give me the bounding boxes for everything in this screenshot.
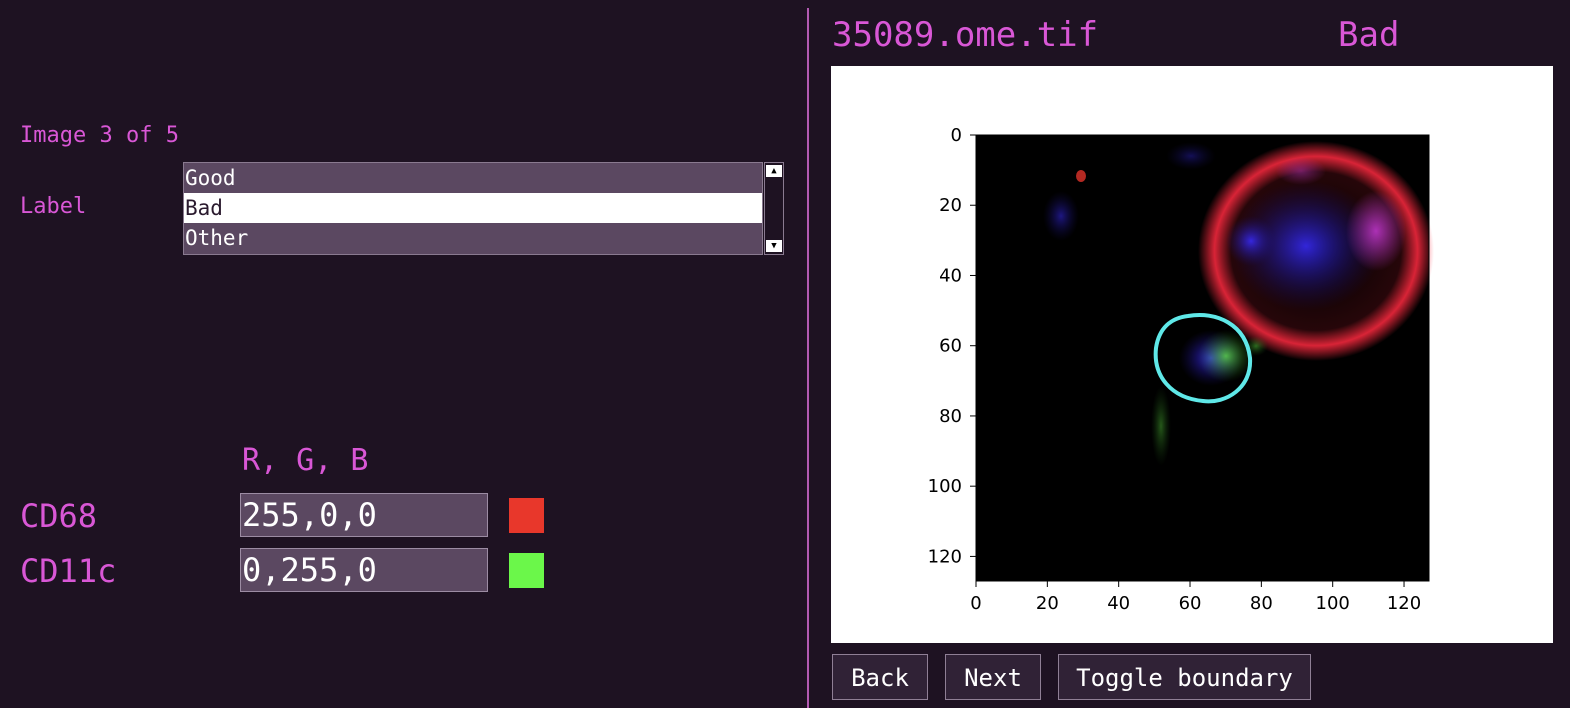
next-button[interactable]: Next bbox=[945, 654, 1041, 700]
x-tick-label: 40 bbox=[1107, 593, 1130, 614]
y-tick-label: 80 bbox=[939, 406, 962, 427]
image-counter: Image 3 of 5 bbox=[20, 123, 179, 148]
scroll-up-icon[interactable]: ▲ bbox=[766, 165, 782, 177]
label-option-other[interactable]: Other bbox=[184, 223, 762, 253]
cd11c-rgb-input[interactable]: 0,255,0 bbox=[240, 548, 488, 592]
y-tick-label: 120 bbox=[928, 546, 962, 567]
x-tick-label: 60 bbox=[1179, 593, 1202, 614]
x-tick-label: 100 bbox=[1316, 593, 1350, 614]
y-tick-label: 60 bbox=[939, 336, 962, 357]
panel-divider bbox=[807, 8, 809, 708]
current-label-status: Bad bbox=[1338, 15, 1400, 55]
label-option-good[interactable]: Good bbox=[184, 163, 762, 193]
label-caption: Label bbox=[20, 194, 87, 219]
x-tick-label: 0 bbox=[970, 593, 981, 614]
toggle-boundary-button[interactable]: Toggle boundary bbox=[1058, 654, 1311, 700]
marker-name-cd68: CD68 bbox=[20, 497, 98, 535]
label-listbox[interactable]: Good Bad Other bbox=[183, 162, 763, 255]
image-plot: 0 20 40 60 80 100 120 0 20 40 60 80 100 120 bbox=[928, 125, 1434, 614]
scroll-down-icon[interactable]: ▼ bbox=[766, 240, 782, 252]
y-tick-label: 0 bbox=[951, 125, 962, 146]
cd68-rgb-input[interactable]: 255,0,0 bbox=[240, 493, 488, 537]
back-button[interactable]: Back bbox=[832, 654, 928, 700]
cd11c-color-swatch bbox=[509, 553, 544, 588]
y-tick-label: 20 bbox=[939, 195, 962, 216]
label-list-scrollbar[interactable]: ▲ ▼ bbox=[764, 162, 784, 255]
label-option-bad[interactable]: Bad bbox=[184, 193, 762, 223]
image-plot-panel: 0 20 40 60 80 100 120 0 20 40 60 80 100 120 bbox=[831, 66, 1553, 643]
rgb-header: R, G, B bbox=[242, 443, 369, 478]
x-tick-label: 20 bbox=[1036, 593, 1059, 614]
file-name: 35089.ome.tif bbox=[832, 15, 1099, 55]
x-tick-label: 120 bbox=[1387, 593, 1421, 614]
cd68-color-swatch bbox=[509, 498, 544, 533]
micrograph-image bbox=[976, 135, 1434, 581]
marker-name-cd11c: CD11c bbox=[20, 552, 117, 590]
y-tick-label: 100 bbox=[928, 476, 962, 497]
x-tick-label: 80 bbox=[1250, 593, 1273, 614]
y-tick-label: 40 bbox=[939, 265, 962, 286]
